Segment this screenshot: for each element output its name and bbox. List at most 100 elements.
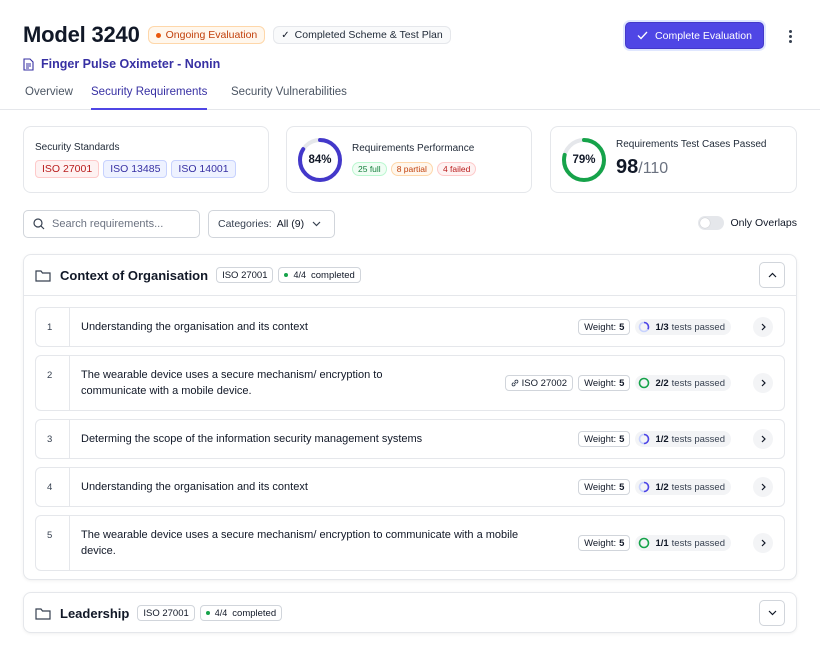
section-standard-tag: ISO 27001 [216,267,274,283]
row-expand-button[interactable] [753,477,773,497]
expand-button[interactable] [759,600,785,626]
only-overlaps-toggle[interactable]: Only Overlaps [698,216,797,230]
chevron-right-icon [761,435,766,443]
requirement-row[interactable]: 3 Determing the scope of the information… [35,419,785,459]
chevron-right-icon [761,539,766,547]
progress-ring-icon [639,481,650,493]
test-cases-ring: 79% [561,137,607,183]
complete-evaluation-label: Complete Evaluation [655,29,752,42]
categories-dropdown[interactable]: Categories: All (9) [208,210,335,238]
requirement-text: The wearable device uses a secure mechan… [81,369,383,397]
row-number: 1 [36,308,70,346]
requirement-row[interactable]: 2 The wearable device uses a secure mech… [35,355,785,411]
row-meta: Weight: 5 1/3 tests passed [578,308,784,346]
performance-ring: 84% [297,137,343,183]
kebab-icon[interactable] [783,26,797,46]
test-cases-percent: 79% [572,154,596,166]
check-icon [637,31,648,40]
search-icon [33,218,45,230]
section-context-of-organisation: Context of Organisation ISO 27001 4/4 com… [23,254,797,580]
folder-icon [35,269,51,282]
test-cases-count: 98/110 [616,156,668,179]
row-meta: Weight: 5 1/2 tests passed [578,420,784,458]
chevron-down-icon [312,221,321,227]
device-subtitle: Finger Pulse Oximeter - Nonin [23,57,797,71]
app-frame: Model 3240 Ongoing Evaluation ✓ Completed… [0,0,820,648]
requirement-text: Determing the scope of the information s… [81,433,423,445]
overlap-tag[interactable]: ISO 27002 [504,375,574,391]
test-cases-total: /110 [638,160,669,177]
standard-chip[interactable]: ISO 14001 [171,160,236,178]
check-icon: ✓ [281,29,290,41]
requirements-performance-label: Requirements Performance [352,143,475,154]
page-title: Model 3240 [23,22,140,47]
tab-overview[interactable]: Overview [25,86,73,110]
weight-tag: Weight: 5 [578,319,631,335]
section-progress-tag: 4/4 completed [199,605,283,621]
row-expand-button[interactable] [753,429,773,449]
section-title: Context of Organisation [60,267,209,283]
requirement-row[interactable]: 4 Understanding the organisation and its… [35,467,785,507]
search-input[interactable] [52,218,192,230]
status-dot-icon [284,273,289,277]
row-number: 5 [36,516,70,570]
collapse-button[interactable] [759,262,785,288]
progress-ring-icon [639,537,650,549]
weight-tag: Weight: 5 [578,479,631,495]
chevron-right-icon [761,323,766,331]
standards-list: ISO 27001 ISO 13485 ISO 14001 [35,160,240,178]
section-count: 4/4 [214,608,228,618]
row-number: 2 [36,356,70,410]
status-dot-icon [205,611,210,615]
row-meta: ISO 27002 Weight: 5 2/2 tests passed [504,356,784,410]
weight-tag: Weight: 5 [578,431,631,447]
section-header[interactable]: Context of Organisation ISO 27001 4/4 com… [24,255,796,295]
tab-security-requirements[interactable]: Security Requirements [91,86,208,110]
section-status: completed [232,607,277,619]
full-pill: 25 full [352,162,387,176]
standard-chip[interactable]: ISO 13485 [103,160,168,178]
row-number: 3 [36,420,70,458]
requirement-text: Understanding the organisation and its c… [81,481,308,493]
requirement-row[interactable]: 1 Understanding the organisation and its… [35,307,785,347]
page-header: Model 3240 Ongoing Evaluation ✓ Completed… [23,20,797,71]
requirement-row[interactable]: 5 The wearable device uses a secure mech… [35,515,785,571]
complete-evaluation-button[interactable]: Complete Evaluation [625,22,764,49]
requirement-text: The wearable device uses a secure mechan… [81,529,519,557]
section-leadership: Leadership ISO 27001 4/4 completed [23,592,797,633]
requirement-text: Understanding the organisation and its c… [81,321,308,333]
device-name: Finger Pulse Oximeter - Nonin [41,57,221,71]
section-header[interactable]: Leadership ISO 27001 4/4 completed [24,593,796,633]
row-expand-button[interactable] [753,317,773,337]
link-icon [511,379,519,387]
search-box [23,210,200,238]
document-icon [23,57,34,71]
performance-percent: 84% [308,154,332,166]
progress-ring-icon [639,321,650,333]
toggle-switch[interactable] [698,216,725,230]
partial-pill: 8 partial [390,162,433,176]
row-expand-button[interactable] [753,373,773,393]
performance-pills: 25 full 8 partial 4 failed [352,162,480,176]
tab-security-vulnerabilities[interactable]: Security Vulnerabilities [231,86,347,110]
requirement-list: 1 Understanding the organisation and its… [24,295,796,571]
chevron-right-icon [761,379,766,387]
weight-tag: Weight: 5 [578,375,631,391]
section-title: Leadership [60,605,130,621]
categories-label: Categories: [218,218,272,230]
tests-passed-badge: 1/2 tests passed [635,431,731,447]
standard-chip[interactable]: ISO 27001 [35,160,100,178]
row-meta: Weight: 5 1/2 tests passed [578,468,784,506]
chevron-right-icon [761,483,766,491]
test-cases-passed: 98 [616,156,639,178]
row-expand-button[interactable] [753,533,773,553]
requirements-performance-card: 84% Requirements Performance 25 full 8 p… [286,126,532,193]
security-standards-card: Security Standards ISO 27001 ISO 13485 I… [23,126,269,193]
security-standards-label: Security Standards [35,142,120,153]
section-status: completed [311,269,355,281]
section-progress-tag: 4/4 completed [278,267,361,283]
folder-icon [35,607,51,620]
row-meta: Weight: 5 1/1 tests passed [578,516,784,570]
categories-value: All (9) [276,218,305,230]
section-count: 4/4 [293,270,306,280]
